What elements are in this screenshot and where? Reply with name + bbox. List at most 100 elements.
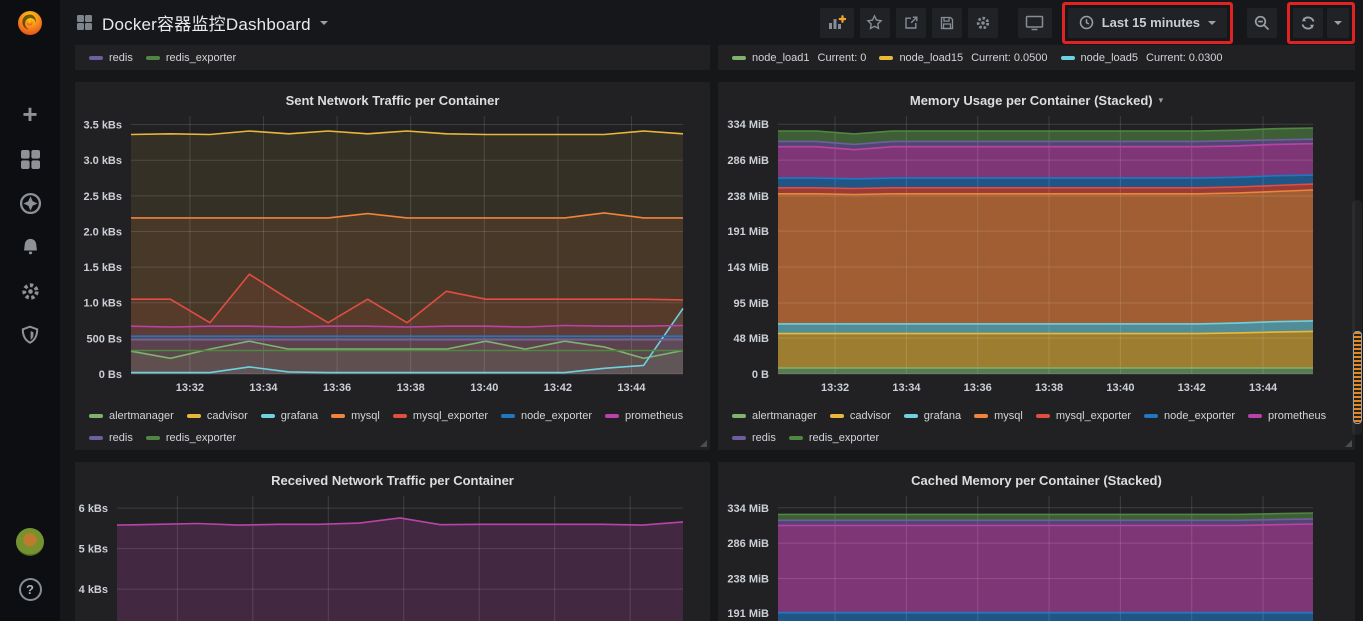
dashboard-content: redis redis_exporter node_load1 Current: 0… xyxy=(60,45,1363,621)
scrollbar-thumb[interactable] xyxy=(1353,331,1362,424)
navbar: Docker容器监控Dashboard Last 15 minutes xyxy=(60,0,1363,45)
legend-item[interactable]: mysql xyxy=(974,410,1023,422)
legend-item[interactable]: node_exporter xyxy=(1144,410,1235,422)
y-tick-label: 3.5 kBs xyxy=(83,120,122,132)
legend-item[interactable]: mysql_exporter xyxy=(1035,410,1132,422)
legend-swatch xyxy=(89,436,103,440)
grafana-logo[interactable] xyxy=(0,6,60,40)
legend-label: alertmanager xyxy=(752,410,817,422)
save-button[interactable] xyxy=(931,7,962,38)
legend-current-value: Current: 0.0500 xyxy=(971,51,1048,64)
y-tick-label: 6 kBs xyxy=(79,503,108,515)
y-tick-label: 238 MiB xyxy=(727,574,769,586)
zoom-out-button[interactable] xyxy=(1247,7,1277,38)
y-tick-label: 3.0 kBs xyxy=(83,155,122,167)
legend-item[interactable]: redis_exporter xyxy=(145,52,236,64)
dashboard-title-dropdown[interactable]: Docker容器监控Dashboard xyxy=(76,10,328,35)
legend-item[interactable]: prometheus xyxy=(605,410,683,422)
legend-item[interactable]: redis_exporter xyxy=(788,432,880,444)
legend-item[interactable]: alertmanager xyxy=(89,410,174,422)
legend-item[interactable]: mysql_exporter xyxy=(392,410,488,422)
x-tick-label: 13:42 xyxy=(1178,382,1206,394)
legend-label: cadvisor xyxy=(206,410,248,422)
legend-label: redis_exporter xyxy=(808,432,880,444)
panel-title[interactable]: Sent Network Traffic per Container xyxy=(286,93,500,108)
y-tick-label: 4 kBs xyxy=(79,584,108,596)
sidebar-explore-button[interactable] xyxy=(0,188,60,218)
y-tick-label: 1.0 kBs xyxy=(83,298,122,310)
settings-gear-icon xyxy=(976,16,989,29)
legend-current-value: Current: 0.0300 xyxy=(1146,51,1223,64)
legend-label: node_load1 xyxy=(752,51,810,64)
legend-item[interactable]: mysql xyxy=(331,410,380,422)
panel-resize-handle[interactable] xyxy=(700,440,707,447)
chart-canvas-received[interactable]: 6 kBs5 kBs4 kBs3 kBs2 kBs1 kBs0 Bs13:321… xyxy=(75,490,710,621)
sidebar: + ? xyxy=(0,0,60,621)
x-tick-label: 13:42 xyxy=(544,382,572,394)
share-button[interactable] xyxy=(895,7,926,38)
legend-item[interactable]: node_load5 Current: 0.0300 xyxy=(1060,51,1223,64)
chart-canvas-sent[interactable]: 3.5 kBs 3.0 kBs 2.5 kBs 2.0 kBs 1.5 kBs 1.0 k… xyxy=(75,110,710,400)
legend-item[interactable]: node_load15 Current: 0.0500 xyxy=(879,51,1048,64)
sidebar-configuration-button[interactable] xyxy=(0,276,60,306)
legend-label: mysql xyxy=(351,410,380,422)
legend-item[interactable]: redis xyxy=(732,432,776,444)
help-icon: ? xyxy=(18,577,42,601)
legend-label: mysql_exporter xyxy=(1055,410,1132,422)
y-tick-label: 500 Bs xyxy=(87,333,122,345)
avatar xyxy=(16,528,44,556)
sidebar-alerting-button[interactable] xyxy=(0,232,60,262)
cycle-view-button[interactable] xyxy=(1017,7,1052,38)
x-tick-label: 13:32 xyxy=(821,382,849,394)
x-tick-label: 13:36 xyxy=(323,382,351,394)
chart-canvas-memory[interactable]: 334 MiB 286 MiB 238 MiB 191 MiB 143 MiB 95 Mi… xyxy=(718,110,1355,400)
legend-swatch xyxy=(829,414,844,418)
compass-icon xyxy=(19,192,41,214)
dashboard-grid-icon xyxy=(77,15,92,30)
x-tick-label: 13:40 xyxy=(1106,382,1134,394)
sidebar-server-admin-button[interactable] xyxy=(0,320,60,350)
legend-item[interactable]: redis xyxy=(89,432,133,444)
legend-item[interactable]: prometheus xyxy=(1248,410,1326,422)
panel-cached-memory: Cached Memory per Container (Stacked) 33… xyxy=(718,462,1355,621)
star-button[interactable] xyxy=(859,7,890,38)
time-picker-button[interactable]: Last 15 minutes xyxy=(1067,7,1227,38)
chevron-down-icon xyxy=(1208,20,1216,25)
legend-item[interactable]: alertmanager xyxy=(732,410,817,422)
series-fill-redis_exporter xyxy=(131,350,683,374)
x-tick-label: 13:40 xyxy=(470,382,498,394)
panel-title[interactable]: Cached Memory per Container (Stacked) xyxy=(911,473,1162,488)
add-panel-button[interactable] xyxy=(819,7,854,38)
annotation-highlight-timepicker: Last 15 minutes xyxy=(1061,1,1233,44)
sidebar-help-button[interactable]: ? xyxy=(0,574,60,604)
series-fill-prometheus xyxy=(117,517,683,621)
legend-swatch xyxy=(1060,55,1075,60)
series-fill-prometheus xyxy=(778,524,1313,613)
chevron-down-icon xyxy=(1334,20,1342,25)
legend-item[interactable]: grafana xyxy=(903,410,961,422)
legend-item[interactable]: redis_exporter xyxy=(145,432,236,444)
legend-item[interactable]: redis xyxy=(89,52,133,64)
sidebar-dashboards-button[interactable] xyxy=(0,144,60,174)
x-tick-label: 13:36 xyxy=(964,382,992,394)
legend-item[interactable]: cadvisor xyxy=(186,410,248,422)
user-avatar[interactable] xyxy=(0,527,60,557)
sidebar-create-button[interactable]: + xyxy=(0,99,60,129)
chevron-down-icon xyxy=(319,20,328,25)
panel-resize-handle[interactable] xyxy=(1345,440,1352,447)
chart-canvas-cached[interactable]: 334 MiB286 MiB238 MiB191 MiB143 MiB95 Mi… xyxy=(718,490,1355,621)
refresh-interval-button[interactable] xyxy=(1327,7,1349,38)
refresh-button[interactable] xyxy=(1293,7,1323,38)
legend-item[interactable]: cadvisor xyxy=(829,410,891,422)
panel-title[interactable]: Received Network Traffic per Container xyxy=(271,473,514,488)
legend-swatch xyxy=(732,436,746,440)
legend-row: redis redis_exporter xyxy=(89,427,710,449)
zoom-out-icon xyxy=(1254,15,1270,30)
legend: redis redis_exporter xyxy=(75,45,710,70)
legend-item[interactable]: grafana xyxy=(260,410,318,422)
dashboard-settings-button[interactable] xyxy=(967,7,998,38)
panel-title[interactable]: Memory Usage per Container (Stacked) xyxy=(910,93,1153,108)
legend-item[interactable]: node_exporter xyxy=(501,410,592,422)
legend-item[interactable]: node_load1 Current: 0 xyxy=(732,52,866,64)
legend: alertmanager cadvisor grafana mysql mysql_ex… xyxy=(75,400,710,449)
